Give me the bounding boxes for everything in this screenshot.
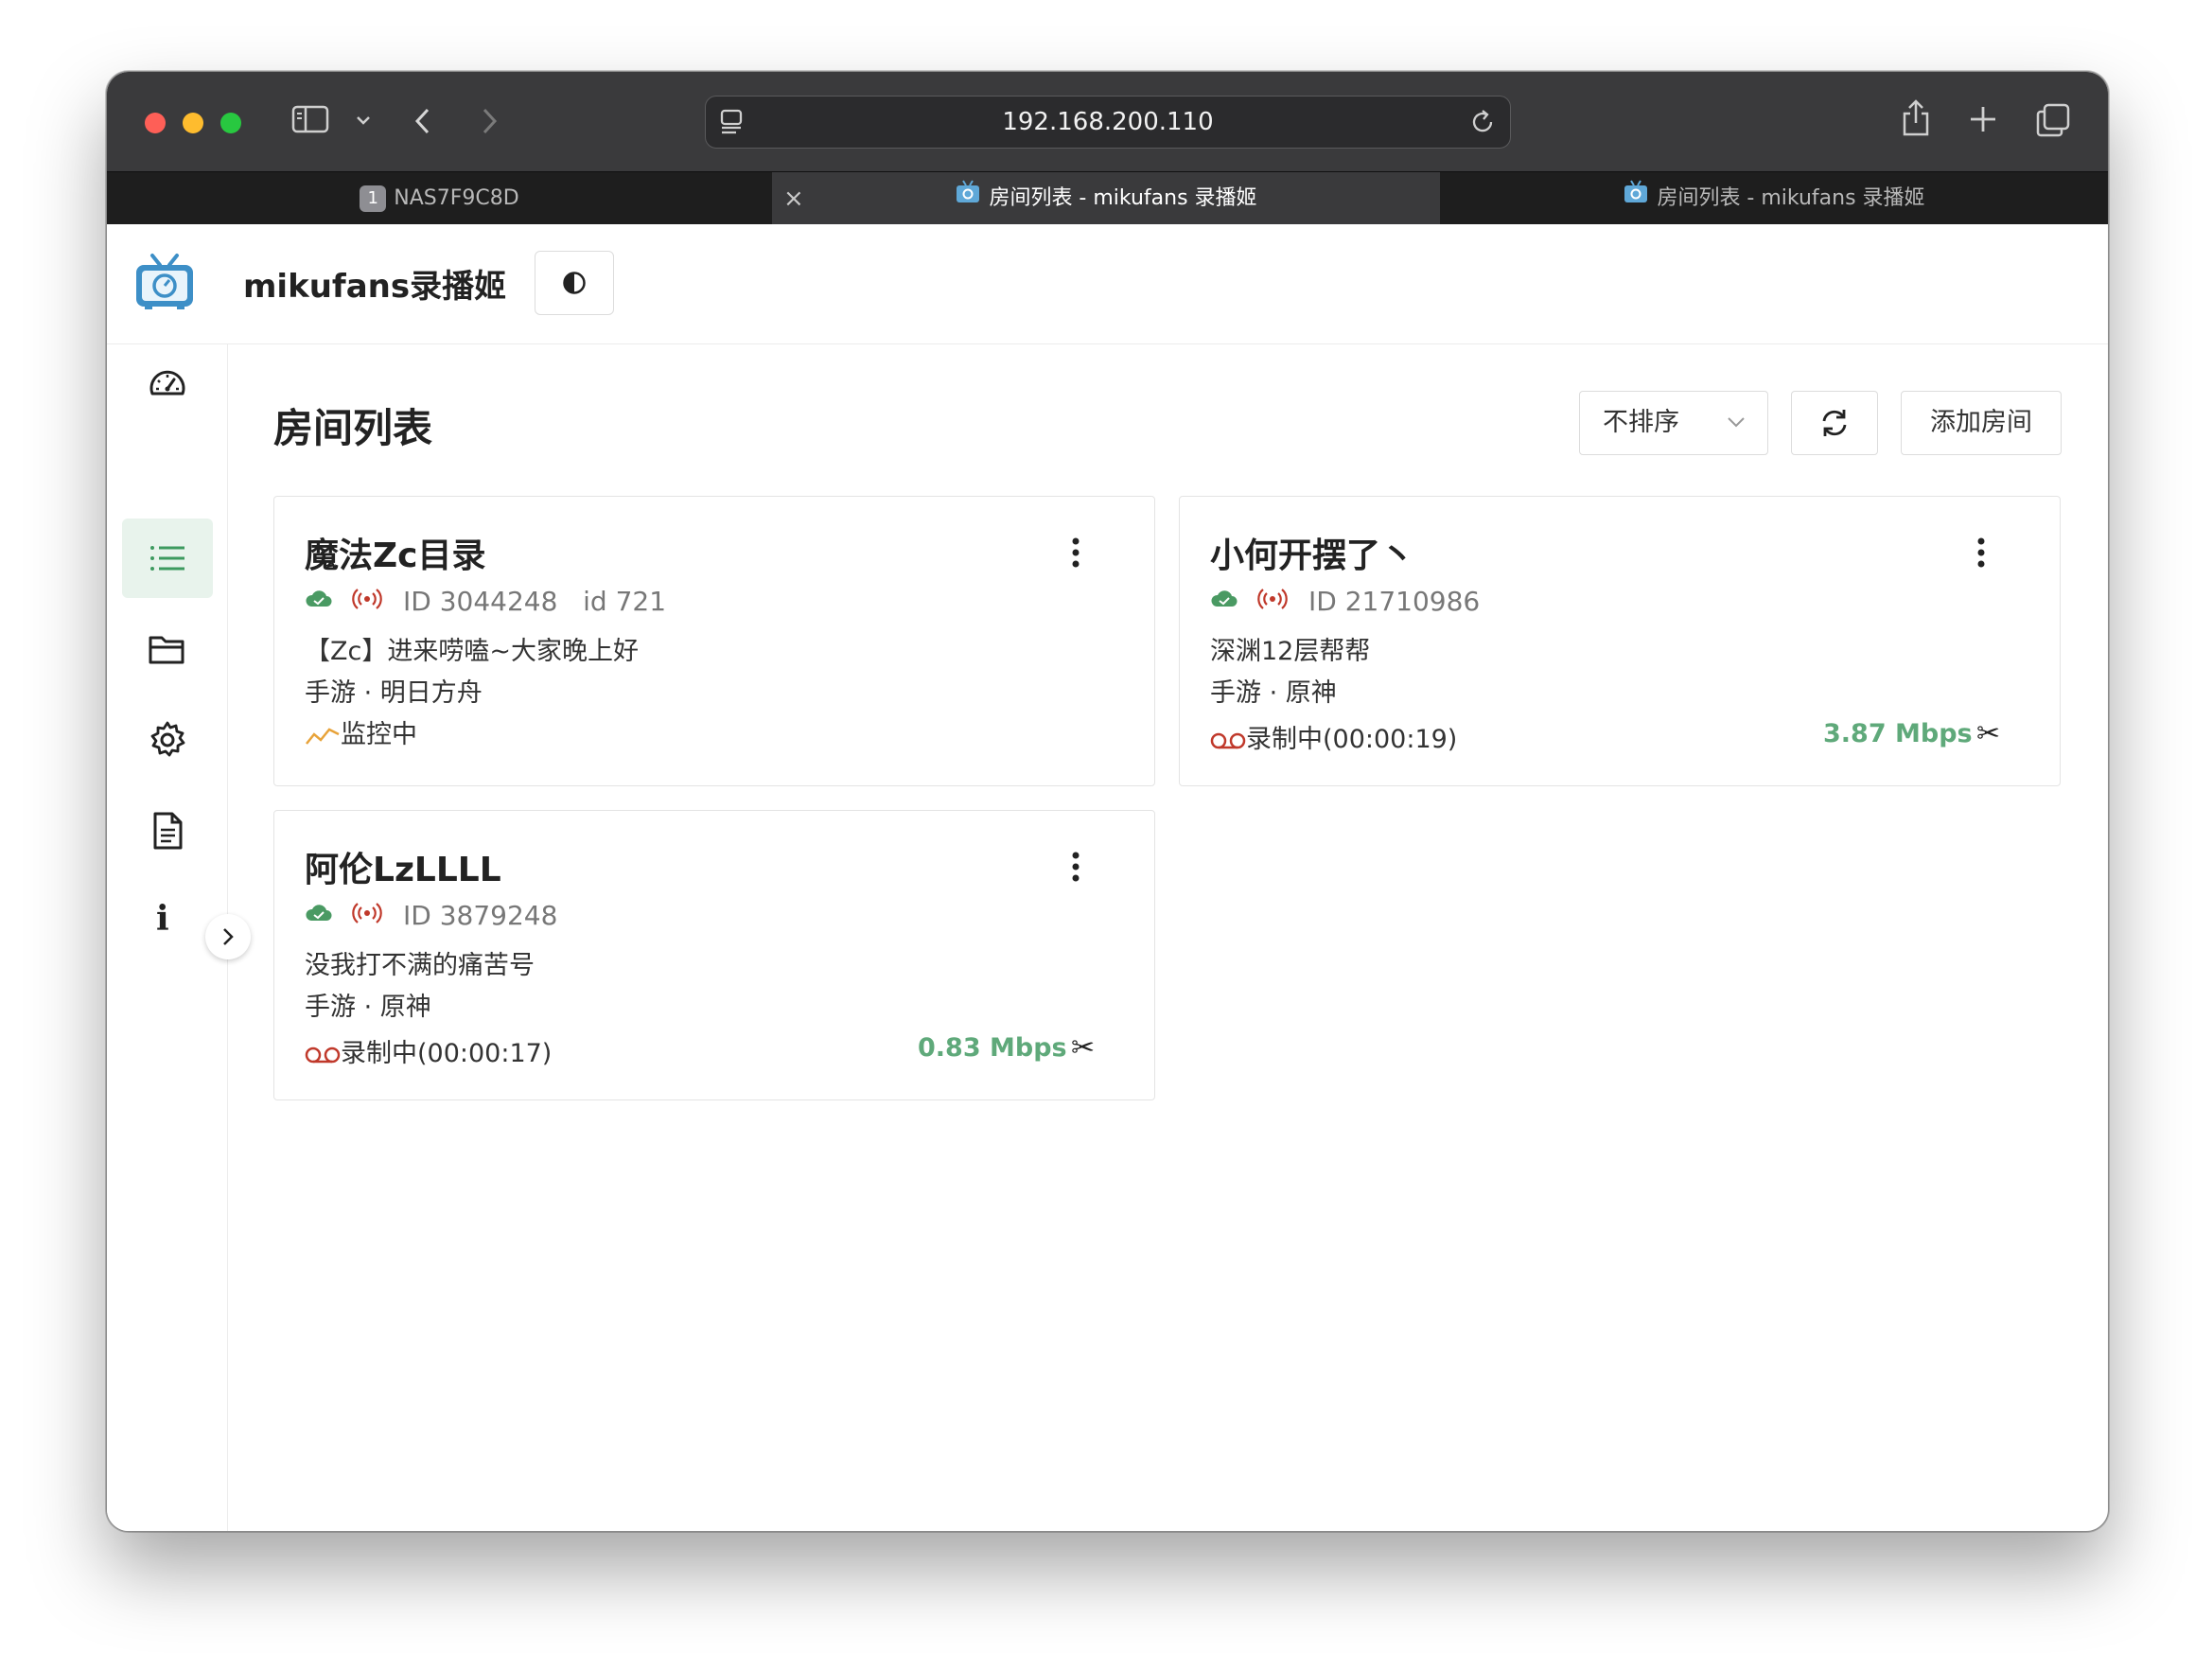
sort-select[interactable]: 不排序 xyxy=(1579,391,1768,455)
tv-favicon-icon xyxy=(1623,172,1649,225)
sidebar-item-room-list[interactable] xyxy=(122,519,213,598)
folder-icon xyxy=(149,636,184,664)
theme-toggle-button[interactable] xyxy=(535,251,614,315)
more-vertical-icon[interactable] xyxy=(1071,536,1080,572)
room-card[interactable]: 阿伦LzLLLL ID 3879248 没我打不满的痛苦号 手游 · 原神 录制… xyxy=(273,810,1155,1100)
browser-window: 192.168.200.110 1 NAS7F9C8D × 房间列表 - miku… xyxy=(106,71,2109,1532)
chevron-right-icon xyxy=(223,928,234,945)
browser-toolbar: 192.168.200.110 xyxy=(107,72,2108,171)
chevron-down-icon xyxy=(1728,417,1745,428)
cut-scissors-icon[interactable]: ✂ xyxy=(1071,1031,1095,1064)
more-vertical-icon[interactable] xyxy=(1071,851,1080,887)
status-text: 录制中(00:00:17) xyxy=(341,1039,553,1068)
room-id: ID 21710986 xyxy=(1308,586,1481,617)
tv-logo-icon[interactable] xyxy=(133,253,196,315)
live-broadcast-icon xyxy=(352,903,382,923)
live-broadcast-icon xyxy=(1257,589,1288,609)
live-broadcast-icon xyxy=(352,589,382,609)
app-name: mikufans录播姬 xyxy=(243,268,507,306)
address-bar[interactable]: 192.168.200.110 xyxy=(705,96,1511,149)
tab-nas[interactable]: 1 NAS7F9C8D xyxy=(107,172,772,225)
share-icon[interactable] xyxy=(1900,98,1932,142)
page-title: 房间列表 xyxy=(273,405,433,451)
info-icon: i xyxy=(156,899,169,939)
back-arrow-icon[interactable] xyxy=(412,106,434,150)
sort-label: 不排序 xyxy=(1603,408,1679,437)
tab-label: 房间列表 - mikufans 录播姬 xyxy=(1657,186,1925,210)
forward-arrow-icon[interactable] xyxy=(478,106,500,150)
list-icon xyxy=(150,546,184,571)
room-status: 监控中 xyxy=(305,713,417,750)
tab-overview-icon[interactable] xyxy=(2035,102,2071,146)
new-tab-icon[interactable] xyxy=(1968,104,1998,148)
status-text: 监控中 xyxy=(341,720,417,749)
room-name: 魔法Zc目录 xyxy=(305,536,486,575)
refresh-icon xyxy=(1822,410,1847,436)
close-tab-icon[interactable]: × xyxy=(783,172,804,225)
settings-icon xyxy=(150,721,185,757)
add-room-button[interactable]: 添加房间 xyxy=(1901,391,2062,455)
room-id: ID 3044248 id 721 xyxy=(403,586,667,617)
room-id: ID 3879248 xyxy=(403,900,558,931)
sidebar-item-logs[interactable] xyxy=(122,791,213,871)
room-status: 录制中(00:00:19) xyxy=(1210,718,1457,755)
refresh-button[interactable] xyxy=(1791,391,1878,455)
document-icon xyxy=(153,812,183,850)
tab-number-badge: 1 xyxy=(360,185,387,212)
dashboard-icon xyxy=(149,370,185,396)
cut-scissors-icon[interactable]: ✂ xyxy=(1976,717,2000,750)
room-name: 阿伦LzLLLL xyxy=(305,851,501,889)
bitrate: 0.83 Mbps xyxy=(918,1033,1067,1063)
zoom-window-button[interactable] xyxy=(220,113,241,133)
sidebar-item-about[interactable]: i xyxy=(122,882,213,961)
sidebar-item-settings[interactable] xyxy=(122,700,213,780)
sidebar-toggle-icon[interactable] xyxy=(291,104,329,148)
room-title: 【Zc】进来唠嗑~大家晚上好 xyxy=(305,637,639,666)
sidebar-item-files[interactable] xyxy=(122,609,213,689)
room-title: 没我打不满的痛苦号 xyxy=(305,951,535,980)
minimize-window-button[interactable] xyxy=(183,113,203,133)
tv-favicon-icon xyxy=(955,172,981,225)
tab-room-list-active[interactable]: × 房间列表 - mikufans 录播姬 xyxy=(772,172,1440,225)
contrast-icon xyxy=(563,272,586,294)
room-name: 小何开摆了丶 xyxy=(1210,536,1415,575)
url-text: 192.168.200.110 xyxy=(1002,108,1214,136)
bitrate: 3.87 Mbps xyxy=(1823,719,1973,748)
recording-tape-icon xyxy=(305,1047,341,1063)
room-status: 录制中(00:00:17) xyxy=(305,1032,552,1069)
sidebar-expand-button[interactable] xyxy=(205,914,251,959)
room-card[interactable]: 魔法Zc目录 ID 3044248 id 721 【Zc】进来唠嗑~大家晚上好 … xyxy=(273,496,1155,786)
room-category: 手游 · 原神 xyxy=(1210,678,1337,708)
room-category: 手游 · 原神 xyxy=(305,993,431,1022)
room-category: 手游 · 明日方舟 xyxy=(305,678,483,708)
status-text: 录制中(00:00:19) xyxy=(1246,725,1458,754)
app-header: mikufans录播姬 xyxy=(107,224,2108,344)
tab-label: NAS7F9C8D xyxy=(394,186,519,210)
chevron-down-icon[interactable] xyxy=(355,114,372,157)
more-vertical-icon[interactable] xyxy=(1976,536,1986,572)
close-window-button[interactable] xyxy=(145,113,166,133)
tab-bar: 1 NAS7F9C8D × 房间列表 - mikufans 录播姬 房间列表 - … xyxy=(107,171,2108,225)
cloud-check-icon xyxy=(1211,590,1238,607)
tab-label: 房间列表 - mikufans 录播姬 xyxy=(989,186,1257,210)
room-title: 深渊12层帮帮 xyxy=(1210,637,1371,666)
cloud-check-icon xyxy=(306,905,332,921)
sidebar-item-dashboard[interactable] xyxy=(122,344,213,424)
tab-room-list[interactable]: 房间列表 - mikufans 录播姬 xyxy=(1440,172,2108,225)
cloud-check-icon xyxy=(306,590,332,607)
room-card[interactable]: 小何开摆了丶 ID 21710986 深渊12层帮帮 手游 · 原神 录制中(0… xyxy=(1179,496,2061,786)
reload-icon[interactable] xyxy=(1468,108,1497,140)
recording-tape-icon xyxy=(1210,732,1246,748)
monitoring-trend-icon xyxy=(306,727,340,745)
